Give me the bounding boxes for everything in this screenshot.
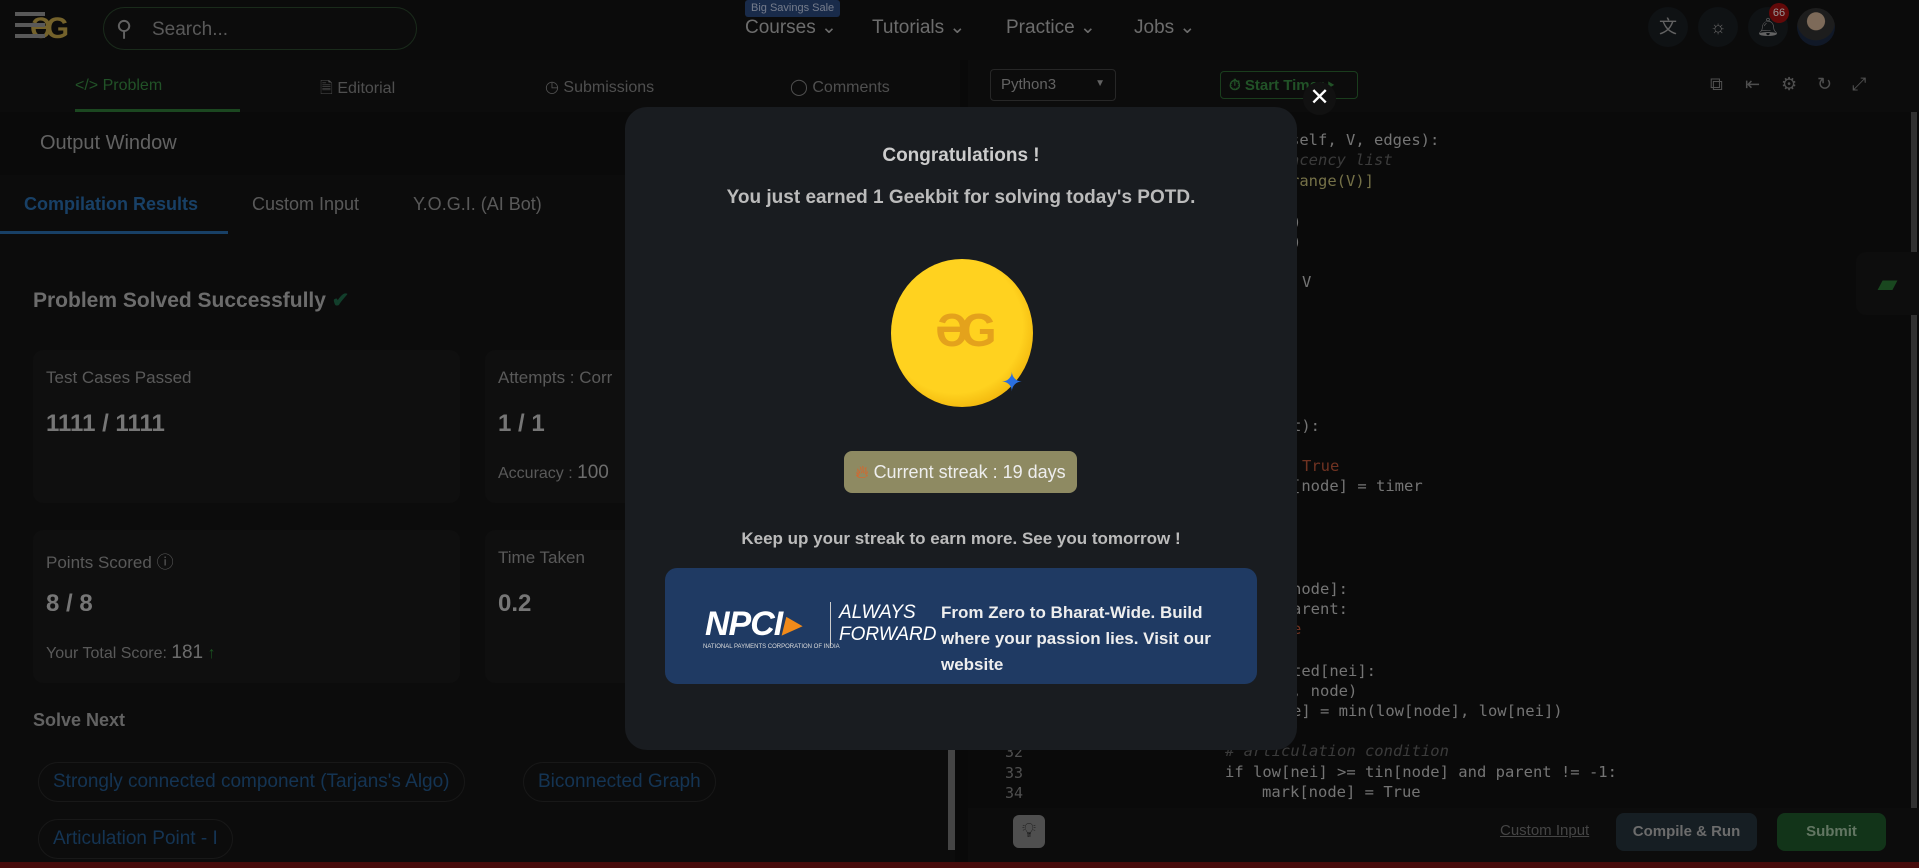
modal-message: Keep up your streak to earn more. See yo… (741, 529, 1181, 548)
close-modal-button[interactable]: ✕ (1303, 82, 1336, 115)
npci-logo: NPCI▸ (705, 605, 799, 643)
always-forward-tagline: ALWAYS FORWARD (830, 602, 936, 646)
banner-text: From Zero to Bharat-Wide. Build where yo… (941, 603, 1211, 674)
potd-congrats-modal: Congratulations ! You just earned 1 Geek… (625, 107, 1297, 750)
modal-subtitle: You just earned 1 Geekbit for solving to… (726, 187, 1196, 208)
geekbit-coin-icon: ƏG ✦ (891, 259, 1033, 407)
sparkle-icon: ✦ (1001, 367, 1023, 397)
npci-ad-banner[interactable]: NPCI▸ NATIONAL PAYMENTS CORPORATION OF I… (665, 568, 1257, 684)
fire-icon: 🔥︎ (855, 462, 869, 482)
modal-title: Congratulations ! (882, 145, 1040, 166)
streak-badge: 🔥︎ Current streak : 19 days (844, 451, 1077, 493)
